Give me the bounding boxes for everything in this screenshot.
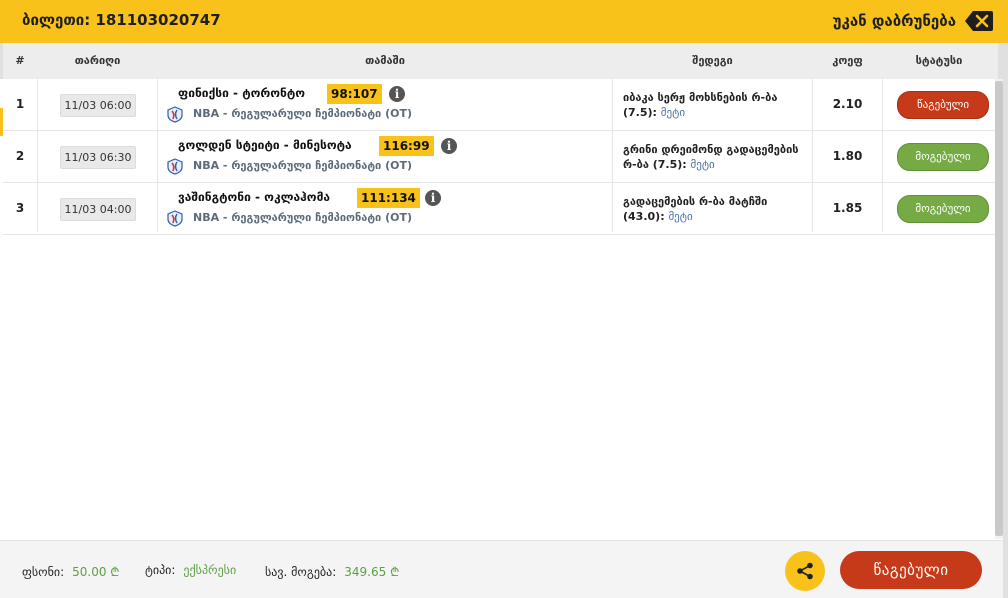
result-cell: იბაკა სერჟ მოხსნების რ-ბა (7.5): მეტი [613, 79, 812, 130]
column-header-date: თარიღი [74, 54, 121, 67]
info-icon[interactable]: i [441, 138, 457, 154]
stake-label: ფსონი: [22, 565, 65, 579]
selection-pick: მეტი [660, 106, 686, 119]
selection-pick: მეტი [668, 210, 693, 223]
stake-summary: ფსონი: 50.00 ₾ [22, 563, 120, 580]
panel-edge [1003, 43, 1008, 598]
selection-market: გადაცემების რ-ბა მატჩში (43.0): [623, 195, 768, 223]
status-cell: მოგებული [883, 131, 995, 182]
column-header-num: # [15, 54, 25, 67]
status-cell: წაგებული [883, 79, 995, 130]
odds-value: 2.10 [832, 97, 863, 111]
status-cell: მოგებული [883, 183, 995, 234]
status-badge: წაგებული [897, 91, 989, 119]
column-header-result: შედეგი [692, 54, 733, 67]
row-number: 3 [15, 201, 25, 215]
row-number: 1 [15, 97, 25, 111]
ticket-title: ბილეთი: 181103020747 [22, 11, 221, 29]
column-divider [157, 79, 158, 232]
column-header-event: თამაში [365, 54, 405, 67]
status-badge: მოგებული [897, 195, 989, 223]
odds-value: 1.80 [832, 149, 863, 163]
selection-pick: მეტი [690, 158, 715, 171]
payout-value: 349.65 ₾ [344, 565, 400, 579]
column-divider [612, 79, 613, 232]
date-cell: 11/03 04:00 [38, 183, 157, 234]
share-button[interactable] [785, 551, 825, 591]
nba-league-icon [167, 158, 183, 175]
ticket-footer: ფსონი: 50.00 ₾ ტიპი: ექსპრესი სავ. მოგება:… [0, 540, 1003, 598]
result-cell: გადაცემების რ-ბა მატჩში (43.0): მეტი [613, 183, 812, 234]
column-divider [37, 79, 38, 232]
payout-label: სავ. მოგება: [265, 565, 337, 579]
nba-league-icon [167, 106, 183, 123]
column-header-status: სტატუსი [915, 54, 963, 67]
row-number: 2 [15, 149, 25, 163]
match-date: 11/03 06:00 [60, 94, 136, 117]
ticket-header: ბილეთი: 181103020747 უკან დაბრუნება [0, 0, 1008, 43]
match-date: 11/03 06:30 [60, 146, 136, 169]
column-header-odds: კოეფ [832, 54, 863, 67]
event-cell: ვაშინგტონი - ოკლაჰომა 111:134 i NBA - რე… [158, 183, 612, 234]
event-cell: გოლდენ სტეიტი - მინესოტა 116:99 i NBA - … [158, 131, 612, 182]
match-score: 116:99 [379, 136, 434, 156]
match-date: 11/03 04:00 [60, 198, 136, 221]
back-button[interactable]: უკან დაბრუნება [833, 10, 994, 32]
table-header: # თარიღი თამაში შედეგი კოეფ სტატუსი [0, 43, 1003, 79]
league-name: NBA - რეგულარული ჩემპიონატი (OT) [193, 211, 412, 224]
type-value: ექსპრესი [183, 563, 237, 577]
table-row: 1 11/03 06:00 ფინიქსი - ტორონტო 98:107 i… [3, 79, 995, 131]
status-badge: მოგებული [897, 143, 989, 171]
event-cell: ფინიქსი - ტორონტო 98:107 i NBA - რეგულარ… [158, 79, 612, 130]
match-score: 98:107 [327, 84, 382, 104]
type-summary: ტიპი: ექსპრესი [145, 563, 236, 577]
table-row: 2 11/03 06:30 გოლდენ სტეიტი - მინესოტა 1… [3, 131, 995, 183]
league-name: NBA - რეგულარული ჩემპიონატი (OT) [193, 107, 412, 120]
result-cell: გრინი დრეიმონდ გადაცემების რ-ბა (7.5): მ… [613, 131, 812, 182]
bet-selection: გრინი დრეიმონდ გადაცემების რ-ბა (7.5): მ… [623, 142, 808, 172]
bet-selection: გადაცემების რ-ბა მატჩში (43.0): მეტი [623, 194, 808, 224]
table-row: 3 11/03 04:00 ვაშინგტონი - ოკლაჰომა 111:… [3, 183, 995, 235]
info-icon[interactable]: i [389, 86, 405, 102]
match-teams: გოლდენ სტეიტი - მინესოტა [178, 138, 352, 152]
odds-value: 1.85 [832, 201, 863, 215]
match-score: 111:134 [357, 188, 420, 208]
match-teams: ვაშინგტონი - ოკლაჰომა [178, 190, 331, 204]
column-divider [882, 79, 883, 232]
type-label: ტიპი: [145, 563, 176, 577]
info-icon[interactable]: i [425, 190, 441, 206]
ticket-status-button[interactable]: წაგებული [840, 551, 982, 589]
date-cell: 11/03 06:00 [38, 79, 157, 130]
scrollbar-thumb[interactable] [995, 81, 1003, 536]
backspace-icon [965, 11, 993, 31]
date-cell: 11/03 06:30 [38, 131, 157, 182]
payout-summary: სავ. მოგება: 349.65 ₾ [265, 563, 399, 580]
back-button-label: უკან დაბრუნება [832, 12, 956, 30]
nba-league-icon [167, 210, 183, 227]
share-icon [797, 562, 813, 580]
stake-value: 50.00 ₾ [72, 565, 120, 579]
match-teams: ფინიქსი - ტორონტო [178, 86, 306, 100]
selection-market: იბაკა სერჟ მოხსნების რ-ბა (7.5): [623, 91, 778, 119]
column-divider [812, 79, 813, 232]
league-name: NBA - რეგულარული ჩემპიონატი (OT) [193, 159, 412, 172]
bet-selection: იბაკა სერჟ მოხსნების რ-ბა (7.5): მეტი [623, 90, 808, 120]
bets-table: 1 11/03 06:00 ფინიქსი - ტორონტო 98:107 i… [3, 79, 995, 235]
